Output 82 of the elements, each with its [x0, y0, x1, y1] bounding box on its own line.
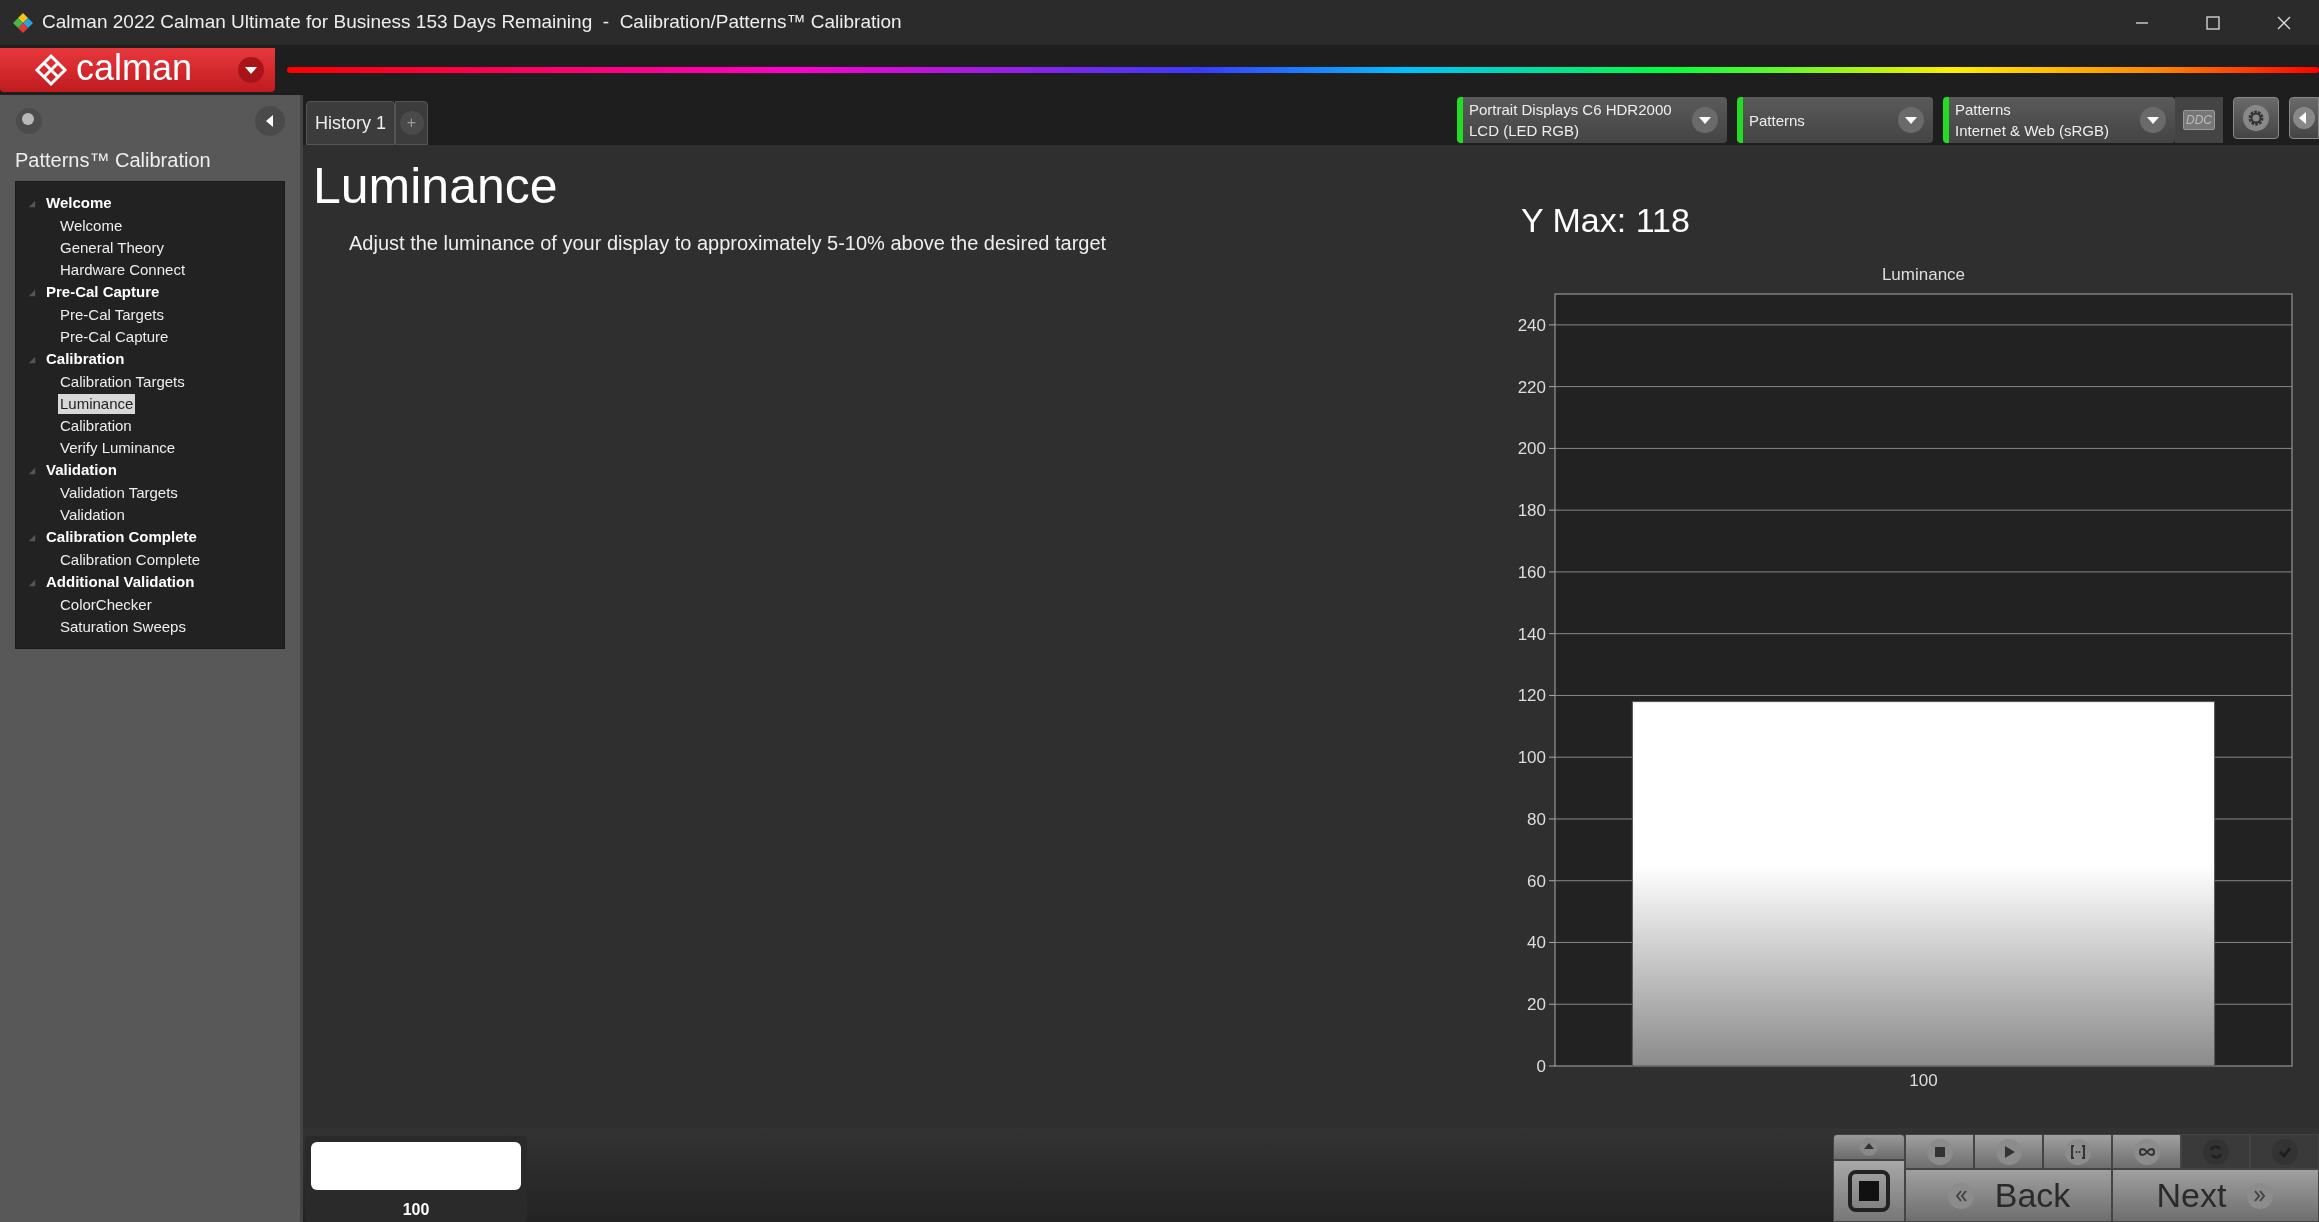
play-icon — [1994, 1137, 2023, 1166]
tree-item[interactable]: Hardware Connect — [58, 260, 188, 280]
expanded-arrow-icon[interactable] — [28, 199, 36, 208]
tree-item[interactable]: Verify Luminance — [58, 438, 178, 458]
minimize-icon — [2134, 21, 2149, 24]
logo-menu-button[interactable]: calman — [0, 48, 275, 92]
tree-item[interactable]: Luminance — [58, 394, 136, 414]
tree-group[interactable]: Pre-Cal Capture — [46, 281, 160, 304]
tree-group[interactable]: Welcome — [46, 192, 112, 215]
maximize-icon — [2205, 15, 2220, 30]
app-logo-icon — [12, 11, 34, 34]
expand-button[interactable] — [1833, 1134, 1905, 1160]
y-axis-label: 100 — [1517, 748, 1546, 768]
y-axis-label: 200 — [1517, 439, 1546, 459]
tree-group[interactable]: Calibration — [46, 348, 125, 371]
swatch-label: 100 — [402, 1200, 430, 1220]
caret-icon — [1691, 106, 1719, 134]
source-dropdown[interactable]: Patterns Internet & Web (sRGB) — [1943, 97, 2175, 143]
loop-button[interactable] — [2112, 1134, 2181, 1169]
page-heading: Luminance — [313, 157, 559, 216]
checkmark-icon — [2270, 1137, 2299, 1166]
expanded-arrow-icon[interactable] — [28, 355, 36, 364]
y-max-reading: Y Max: 118 — [1521, 200, 1691, 241]
status-indicator-icon — [15, 107, 43, 135]
y-axis-label: 160 — [1517, 562, 1546, 582]
tree-item[interactable]: Pre-Cal Targets — [58, 305, 166, 325]
tree-item[interactable]: General Theory — [58, 238, 166, 258]
tree-group[interactable]: Validation — [46, 459, 117, 482]
tree-item[interactable]: Saturation Sweeps — [58, 617, 188, 637]
expanded-arrow-icon[interactable] — [28, 578, 36, 587]
y-axis-label: 80 — [1527, 809, 1546, 829]
tree-item[interactable]: Pre-Cal Capture — [58, 327, 171, 347]
collapse-panel-button[interactable] — [2289, 97, 2319, 139]
stop-icon — [1925, 1137, 1954, 1166]
collapse-sidebar-button[interactable] — [255, 106, 285, 136]
settings-icon — [2242, 104, 2270, 132]
y-axis-label: 220 — [1517, 377, 1546, 397]
y-axis-label: 20 — [1527, 995, 1546, 1015]
y-axis-label: 240 — [1517, 315, 1546, 335]
next-button[interactable]: Next — [2112, 1169, 2319, 1222]
tree-item[interactable]: ColorChecker — [58, 595, 154, 615]
tree-item[interactable]: Welcome — [58, 216, 125, 236]
tree-item[interactable]: Validation Targets — [58, 483, 180, 503]
tree-item[interactable]: Calibration Targets — [58, 372, 187, 392]
y-axis-label: 0 — [1536, 1057, 1546, 1076]
tree-item[interactable]: Calibration Complete — [58, 550, 203, 570]
x-axis-label: 100 — [1909, 1071, 1938, 1090]
expanded-arrow-icon[interactable] — [28, 466, 36, 475]
bracket-button[interactable] — [2043, 1134, 2112, 1169]
sidebar-title: Patterns™ Calibration — [15, 148, 212, 173]
tree-group[interactable]: Additional Validation — [46, 571, 195, 594]
stop-icon — [1847, 1169, 1891, 1213]
play-button[interactable] — [1974, 1134, 2043, 1169]
chart-title: Luminance — [1881, 265, 1966, 284]
check-button[interactable] — [2250, 1134, 2319, 1169]
y-axis-label: 180 — [1517, 501, 1546, 521]
tree-item[interactable]: Validation — [58, 505, 127, 525]
stop-button[interactable] — [1905, 1134, 1974, 1169]
history-tab[interactable]: History 1 — [306, 101, 395, 145]
window-title: Calman 2022 Calman Ultimate for Business 153 Days Remaining - Calibration/Patterns™ Calibration — [42, 10, 902, 35]
y-axis-label: 40 — [1527, 933, 1546, 953]
caret-icon — [237, 56, 265, 84]
tree-group[interactable]: Calibration Complete — [46, 526, 197, 549]
caret-icon — [1897, 106, 1925, 134]
expanded-arrow-icon[interactable] — [28, 533, 36, 542]
refresh-icon — [2201, 1137, 2230, 1166]
back-button[interactable]: Back — [1905, 1169, 2112, 1222]
stop-pattern-button[interactable] — [1833, 1160, 1905, 1222]
infinity-icon — [2132, 1137, 2161, 1166]
settings-button[interactable] — [2233, 97, 2279, 139]
caret-icon — [2139, 106, 2167, 134]
bracket-icon — [2063, 1137, 2092, 1166]
y-axis-label: 120 — [1517, 686, 1546, 706]
source-dropdown[interactable]: Portrait Displays C6 HDR2000 LCD (LED RGB) — [1457, 97, 1727, 143]
y-axis-label: 60 — [1527, 871, 1546, 891]
logo-icon — [34, 53, 68, 87]
y-axis-label: 140 — [1517, 624, 1546, 644]
source-dropdown[interactable]: Patterns — [1737, 97, 1933, 143]
instruction-text: Adjust the luminance of your display to approximately 5-10% above the desired target — [349, 230, 1108, 256]
tree-item[interactable]: Calibration — [58, 416, 134, 436]
close-icon — [2276, 15, 2291, 30]
expanded-arrow-icon[interactable] — [28, 288, 36, 297]
